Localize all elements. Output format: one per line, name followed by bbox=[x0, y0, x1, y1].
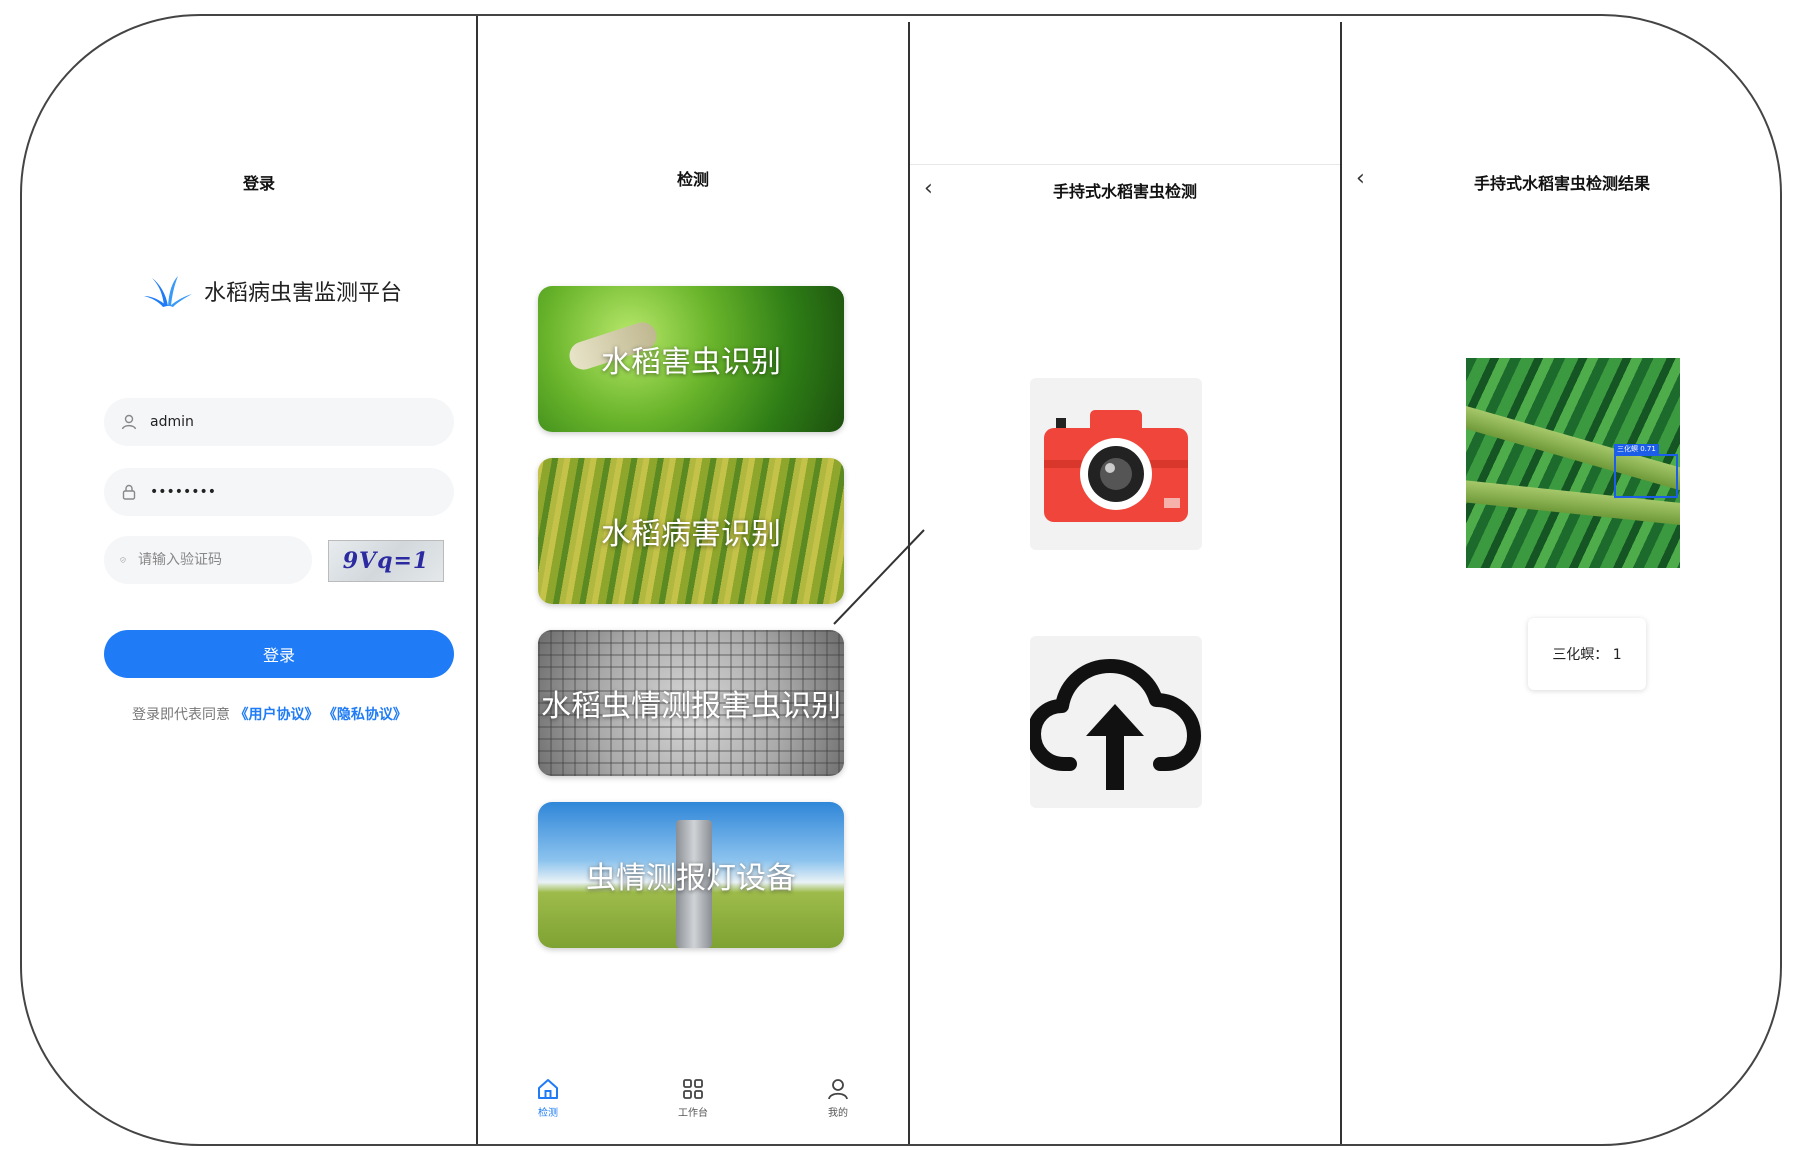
captcha-input[interactable] bbox=[138, 552, 312, 568]
tab-detect[interactable]: 检测 bbox=[518, 1076, 578, 1119]
cloud-upload-icon bbox=[1030, 659, 1201, 790]
password-input[interactable] bbox=[150, 484, 390, 500]
page-title: 手持式水稻害虫检测结果 bbox=[1473, 174, 1650, 193]
page-title: 手持式水稻害虫检测 bbox=[1052, 182, 1197, 201]
agreement-text: 登录即代表同意 《用户协议》 《隐私协议》 bbox=[132, 704, 407, 724]
privacy-agreement-link[interactable]: 《隐私协议》 bbox=[323, 707, 407, 723]
card-label: 水稻害虫识别 bbox=[601, 345, 781, 380]
home-icon bbox=[538, 1079, 558, 1099]
tab-mine[interactable]: 我的 bbox=[808, 1076, 868, 1119]
login-button[interactable]: 登录 bbox=[104, 630, 454, 678]
pest-recognition-card[interactable]: 水稻害虫识别 bbox=[538, 286, 844, 432]
card-label: 虫情测报灯设备 bbox=[586, 861, 796, 896]
lock-icon bbox=[122, 484, 136, 500]
tab-workbench[interactable]: 工作台 bbox=[663, 1076, 723, 1119]
rice-leaf-logo-icon bbox=[144, 276, 192, 307]
tab-label: 我的 bbox=[828, 1108, 848, 1119]
agreement-prefix: 登录即代表同意 bbox=[132, 707, 230, 723]
detection-box bbox=[1614, 454, 1678, 498]
shield-icon bbox=[120, 557, 126, 563]
user-icon bbox=[828, 1079, 848, 1100]
detect-screen: 检测 水稻害虫识别 水稻病害识别 水稻虫情测报害虫识别 虫情测报灯设备 检测 工… bbox=[478, 16, 908, 1144]
camera-icon bbox=[1044, 410, 1188, 522]
username-input[interactable] bbox=[150, 414, 390, 430]
result-image: 三化螟 0.71 bbox=[1466, 358, 1680, 568]
trap-light-device-card[interactable]: 虫情测报灯设备 bbox=[538, 802, 844, 948]
camera-tile[interactable] bbox=[1030, 378, 1202, 550]
handheld-detect-screen: ‹ 手持式水稻害虫检测 bbox=[910, 16, 1340, 1144]
app-name: 水稻病虫害监测平台 bbox=[204, 281, 403, 306]
app-logo: 水稻病虫害监测平台 bbox=[142, 274, 402, 308]
page-title: 登录 bbox=[242, 174, 275, 193]
screens-frame: 登录 水稻病虫害监测平台 admin •••••••• 请输入验证码 9Vq=1… bbox=[20, 14, 1782, 1146]
detection-tag: 三化螟 0.71 bbox=[1614, 444, 1659, 454]
card-label: 水稻病害识别 bbox=[601, 517, 781, 552]
user-icon bbox=[121, 414, 137, 430]
tab-label: 工作台 bbox=[678, 1108, 708, 1119]
grid-icon bbox=[683, 1079, 703, 1099]
trap-pest-recognition-card[interactable]: 水稻虫情测报害虫识别 bbox=[538, 630, 844, 776]
header-divider bbox=[910, 164, 1340, 165]
username-field[interactable] bbox=[104, 398, 454, 446]
disease-recognition-card[interactable]: 水稻病害识别 bbox=[538, 458, 844, 604]
detect-result-screen: ‹ 手持式水稻害虫检测结果 三化螟 0.71 三化螟： 1 bbox=[1342, 16, 1780, 1144]
bottom-tab-bar: 检测 工作台 我的 bbox=[478, 1076, 908, 1119]
page-title: 检测 bbox=[676, 170, 709, 189]
result-count-card: 三化螟： 1 bbox=[1528, 618, 1646, 690]
password-field[interactable] bbox=[104, 468, 454, 516]
tab-label: 检测 bbox=[538, 1108, 558, 1119]
captcha-image[interactable]: 9Vq=1 bbox=[328, 540, 444, 582]
upload-tile[interactable] bbox=[1030, 636, 1202, 808]
user-agreement-link[interactable]: 《用户协议》 bbox=[234, 707, 318, 723]
card-label: 水稻虫情测报害虫识别 bbox=[541, 689, 841, 724]
captcha-field[interactable] bbox=[104, 536, 312, 584]
login-screen: 登录 水稻病虫害监测平台 admin •••••••• 请输入验证码 9Vq=1… bbox=[42, 16, 476, 1144]
